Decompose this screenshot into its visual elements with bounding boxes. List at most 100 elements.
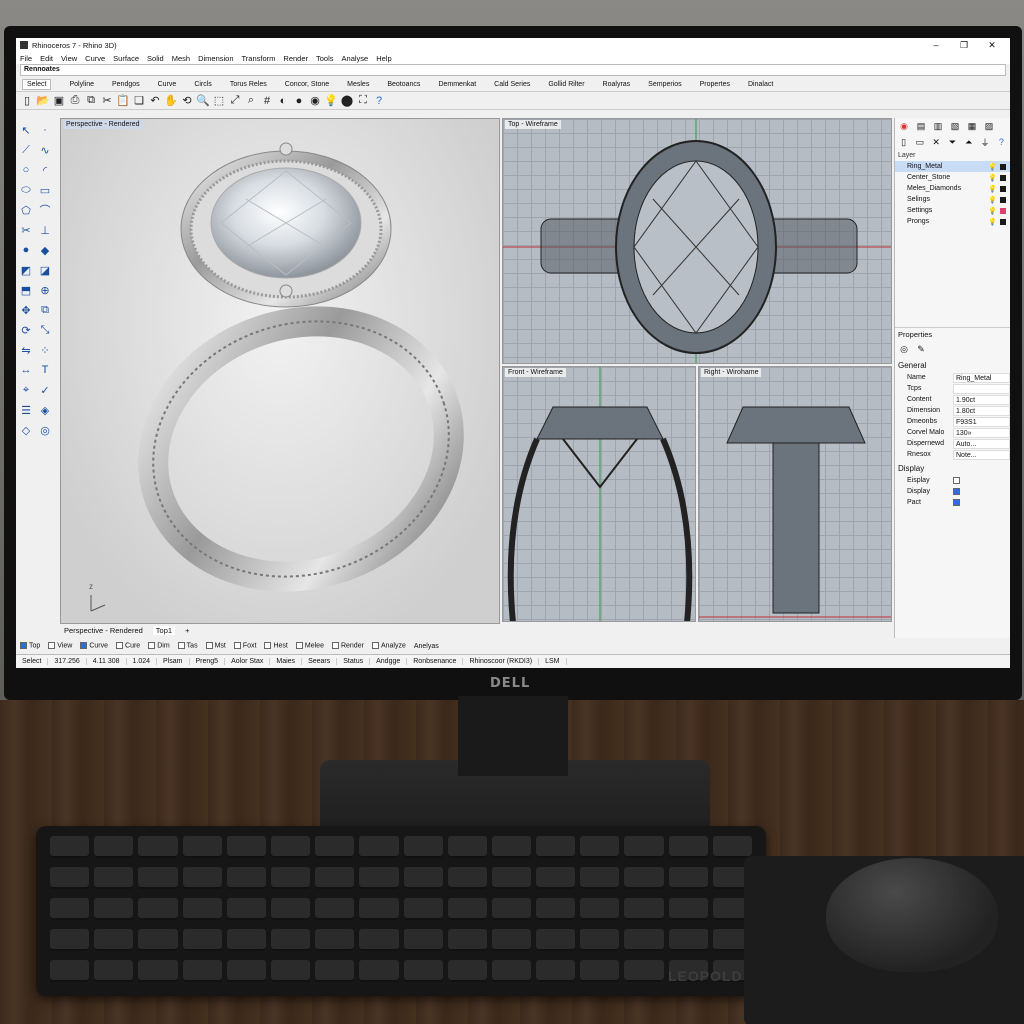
maximize-button[interactable]: ❐ — [950, 40, 978, 51]
viewport-front[interactable]: Front - Wireframe — [502, 366, 696, 622]
menu-render[interactable]: Render — [283, 54, 308, 63]
viewport-top[interactable]: Top - Wireframe — [502, 118, 892, 364]
viewport-label-perspective[interactable]: Perspective - Rendered — [63, 120, 143, 129]
layer-visible-icon[interactable]: 💡 — [988, 207, 997, 215]
layer-color-swatch[interactable] — [1000, 196, 1006, 203]
ellipse-icon[interactable]: ⬭ — [18, 182, 34, 198]
pan-icon[interactable]: ✋ — [164, 94, 178, 108]
select-arrow-icon[interactable]: ↖ — [18, 122, 34, 138]
checkbox-icon[interactable] — [371, 642, 379, 650]
layer-color-swatch[interactable] — [1000, 218, 1006, 225]
delete-layer-icon[interactable]: ✕ — [931, 137, 942, 147]
osnap-cure[interactable]: Cure — [116, 642, 140, 650]
property-value[interactable] — [953, 383, 1010, 394]
scale-icon[interactable]: ⤡ — [37, 322, 53, 338]
grid-icon[interactable]: # — [260, 94, 274, 108]
array-icon[interactable]: ⁘ — [37, 342, 53, 358]
osnap-analyze[interactable]: Analyze — [371, 642, 406, 650]
osnap-anelyas[interactable]: Anelyas — [414, 643, 439, 650]
tab-pendgos[interactable]: Pendgos — [112, 81, 140, 88]
layer-visible-icon[interactable]: 💡 — [988, 185, 997, 193]
status-planar[interactable]: Seears — [302, 658, 338, 665]
property-value[interactable]: F93S1 — [953, 416, 1010, 427]
osnap-curve[interactable]: Curve — [80, 642, 108, 650]
box-tool-icon[interactable]: ◆ — [37, 242, 53, 258]
mirror-icon[interactable]: ⇋ — [18, 342, 34, 358]
status-smarttrack[interactable]: Andgge — [370, 658, 408, 665]
rotate-tool-icon[interactable]: ⟳ — [18, 322, 34, 338]
checkbox-icon[interactable] — [116, 642, 124, 650]
check-icon[interactable]: ✓ — [37, 382, 53, 398]
curve-icon[interactable]: ∿ — [37, 142, 53, 158]
menu-solid[interactable]: Solid — [147, 54, 164, 63]
tab-semperios[interactable]: Semperios — [648, 81, 681, 88]
layer-visible-icon[interactable]: 💡 — [988, 174, 997, 182]
layer-visible-icon[interactable]: 💡 — [988, 196, 997, 204]
status-cplane[interactable]: Plsam — [157, 658, 190, 665]
tab-gollid-rilter[interactable]: Gollid Rilter — [548, 81, 584, 88]
tab-circls[interactable]: Circls — [194, 81, 212, 88]
properties-tab-icon[interactable]: ▤ — [915, 121, 927, 131]
property-value[interactable]: 1.80ct — [953, 405, 1010, 416]
osnap-dim[interactable]: Dim — [148, 642, 170, 650]
layer-color-swatch[interactable] — [1000, 207, 1006, 214]
text-icon[interactable]: T — [37, 362, 53, 378]
menu-analyse[interactable]: Analyse — [342, 54, 369, 63]
menu-help[interactable]: Help — [376, 54, 391, 63]
layer-row[interactable]: Prongs 💡 — [895, 216, 1010, 227]
menu-dimension[interactable]: Dimension — [198, 54, 233, 63]
status-filter[interactable]: LSM — [539, 658, 567, 665]
layer-color-swatch[interactable] — [1000, 163, 1006, 170]
sphere-icon[interactable]: ⬤ — [340, 94, 354, 108]
status-osnap[interactable]: Status — [337, 658, 371, 665]
tab-torus-reles[interactable]: Torus Reles — [230, 81, 267, 88]
checkbox-icon[interactable] — [233, 642, 241, 650]
analyze-icon[interactable]: ⌖ — [18, 382, 34, 398]
boolean-icon[interactable]: ⊕ — [37, 282, 53, 298]
fillet-icon[interactable]: ⌒ — [37, 202, 53, 218]
light-icon[interactable]: 💡 — [324, 94, 338, 108]
checkbox-icon[interactable] — [264, 642, 272, 650]
checkbox-icon[interactable] — [48, 642, 56, 650]
paste-icon[interactable]: 📋 — [116, 94, 130, 108]
tab-demmenkat[interactable]: Demmenkat — [438, 81, 476, 88]
render-icon[interactable]: ● — [292, 94, 306, 108]
save-icon[interactable]: ▣ — [52, 94, 66, 108]
checkbox-icon[interactable] — [148, 642, 156, 650]
osnap-render[interactable]: Render — [331, 642, 364, 650]
osnap-tas[interactable]: Tas — [177, 642, 198, 650]
osnap-melee[interactable]: Melee — [295, 642, 324, 650]
new-sublayer-icon[interactable]: ▭ — [914, 137, 925, 147]
layer-row[interactable]: Ring_Metal 💡 — [895, 161, 1010, 172]
arc-icon[interactable]: ◜ — [37, 162, 53, 178]
panel-help-icon[interactable]: ? — [996, 137, 1007, 147]
menu-mesh[interactable]: Mesh — [172, 54, 190, 63]
status-layer[interactable]: Preng5 — [190, 658, 226, 665]
copy-icon[interactable]: ⧉ — [84, 94, 98, 108]
property-value[interactable]: Note... — [953, 449, 1010, 460]
checkbox-icon[interactable] — [331, 642, 339, 650]
zoom-window-icon[interactable]: ⬚ — [212, 94, 226, 108]
tab-propertes[interactable]: Propertes — [700, 81, 730, 88]
polygon-icon[interactable]: ⬠ — [18, 202, 34, 218]
osnap-top[interactable]: Top — [20, 642, 40, 650]
add-viewport-tab-button[interactable]: + — [185, 626, 189, 635]
open-icon[interactable]: 📂 — [36, 94, 50, 108]
viewport-right[interactable]: Right - Wirohame — [698, 366, 892, 622]
osnap-view[interactable]: View — [48, 642, 72, 650]
property-value[interactable]: 1.90ct — [953, 394, 1010, 405]
trim-icon[interactable]: ✂ — [18, 222, 34, 238]
property-value[interactable]: 130» — [953, 427, 1010, 438]
checkbox-icon[interactable] — [205, 642, 213, 650]
status-gumball[interactable]: Ronbsenance — [407, 658, 464, 665]
checkbox-icon[interactable] — [295, 642, 303, 650]
command-prompt[interactable]: Rennoates — [20, 64, 1006, 76]
viewport-tab-top1[interactable]: Top1 — [152, 625, 176, 635]
zoom-extents-icon[interactable]: ⤢ — [228, 94, 242, 108]
status-ortho[interactable]: Maies — [270, 658, 303, 665]
menu-file[interactable]: File — [20, 54, 32, 63]
polyline-icon[interactable]: ⟋ — [18, 142, 34, 158]
layer-row[interactable]: Center_Stone 💡 — [895, 172, 1010, 183]
viewport-label-right[interactable]: Right - Wirohame — [701, 368, 762, 377]
point-icon[interactable]: · — [37, 122, 53, 138]
